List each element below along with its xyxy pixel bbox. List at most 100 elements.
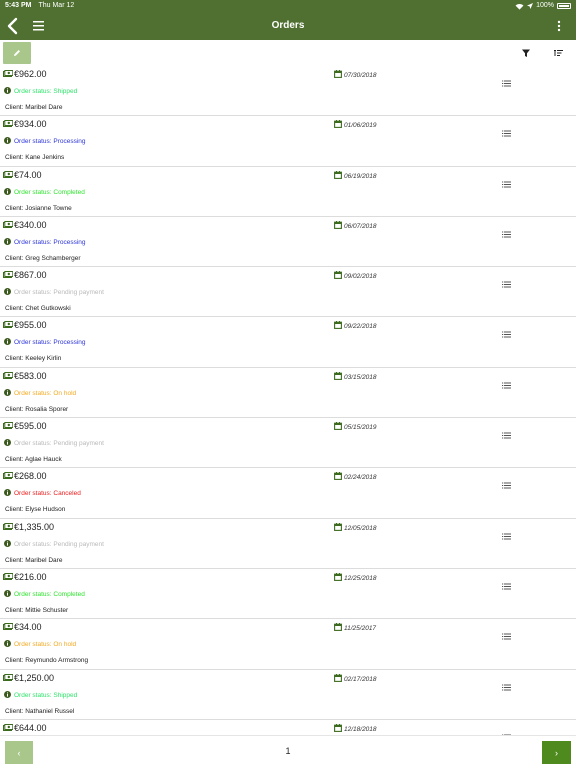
order-status: Order status: Pending payment	[14, 440, 104, 448]
order-row[interactable]: €934.00 01/06/2019 Order status: Process…	[0, 116, 576, 167]
order-row[interactable]: €74.00 06/19/2018 Order status: Complete…	[0, 167, 576, 217]
battery-icon	[557, 3, 571, 9]
current-page-number: 1	[285, 746, 291, 756]
calendar-icon	[334, 623, 342, 632]
edit-button[interactable]	[3, 42, 31, 64]
money-icon	[3, 371, 13, 379]
filter-icon[interactable]	[521, 48, 531, 58]
status-date: Thu Mar 12	[38, 2, 75, 9]
info-icon	[4, 288, 11, 296]
order-status: Order status: Completed	[14, 188, 85, 196]
order-row[interactable]: €34.00 11/25/2017 Order status: On hold …	[0, 619, 576, 670]
nav-bar: Orders	[0, 12, 576, 40]
info-icon	[4, 539, 11, 547]
order-row[interactable]: €644.00 12/18/2018	[0, 720, 576, 735]
order-row[interactable]: €216.00 12/25/2018 Order status: Complet…	[0, 569, 576, 620]
hamburger-menu-icon[interactable]	[32, 18, 46, 34]
order-amount: €595.00	[14, 421, 47, 432]
list-detail-icon[interactable]	[502, 231, 511, 238]
list-detail-icon[interactable]	[502, 533, 511, 540]
order-status: Order status: Shipped	[14, 691, 78, 699]
info-icon	[4, 87, 11, 94]
order-status: Order status: Processing	[14, 138, 86, 146]
order-row[interactable]: €867.00 09/02/2018 Order status: Pending…	[0, 267, 576, 318]
order-date: 03/15/2018	[344, 373, 377, 381]
order-client: Client: Nathaniel Russel	[5, 707, 75, 715]
list-detail-icon[interactable]	[502, 331, 511, 338]
order-client: Client: Mittie Schuster	[5, 606, 69, 614]
status-indicators: 100%	[515, 0, 571, 12]
next-page-button[interactable]: ›	[542, 741, 571, 764]
sort-icon[interactable]	[553, 48, 564, 58]
order-row[interactable]: €340.00 06/07/2018 Order status: Process…	[0, 217, 576, 268]
order-amount: €268.00	[14, 471, 47, 482]
calendar-icon	[334, 120, 342, 129]
order-row[interactable]: €962.00 07/30/2018 Order status: Shipped…	[0, 66, 576, 117]
list-detail-icon[interactable]	[502, 382, 511, 389]
order-amount: €583.00	[14, 370, 47, 381]
money-icon	[3, 522, 13, 530]
order-row[interactable]: €1,335.00 12/05/2018 Order status: Pendi…	[0, 519, 576, 569]
calendar-icon	[334, 170, 342, 179]
order-client: Client: Josianne Towne	[5, 204, 72, 212]
money-icon	[3, 170, 13, 178]
order-date: 09/02/2018	[344, 273, 377, 281]
pagination-bar: ‹ 1 ›	[0, 735, 576, 768]
order-amount: €644.00	[14, 722, 47, 733]
list-detail-icon[interactable]	[502, 633, 511, 640]
money-icon	[3, 673, 13, 681]
order-client: Client: Greg Schamberger	[5, 254, 81, 262]
info-icon	[4, 439, 11, 447]
order-row[interactable]: €268.00 02/24/2018 Order status: Cancele…	[0, 468, 576, 519]
list-detail-icon[interactable]	[502, 181, 511, 188]
calendar-icon	[334, 522, 342, 531]
status-bar: 5:43 PM Thu Mar 12 100%	[0, 0, 576, 12]
order-client: Client: Reymundo Armstrong	[5, 657, 89, 665]
order-row[interactable]: €1,250.00 02/17/2018 Order status: Shipp…	[0, 670, 576, 720]
order-client: Client: Kane Jenkins	[5, 154, 65, 162]
order-date: 07/30/2018	[344, 72, 377, 79]
order-amount: €867.00	[14, 270, 47, 281]
more-vertical-icon[interactable]	[556, 18, 562, 34]
location-arrow-icon	[527, 3, 534, 9]
order-status: Order status: On hold	[14, 389, 77, 397]
list-detail-icon[interactable]	[502, 281, 511, 288]
order-client: Client: Keeley Kirlin	[5, 355, 62, 363]
order-amount: €1,335.00	[14, 521, 55, 532]
calendar-icon	[334, 472, 342, 481]
money-icon	[3, 120, 13, 128]
order-row[interactable]: €595.00 05/15/2019 Order status: Pending…	[0, 418, 576, 469]
order-date: 06/19/2018	[344, 172, 377, 180]
page-title: Orders	[271, 20, 305, 31]
list-detail-icon[interactable]	[502, 684, 511, 691]
order-row[interactable]: €583.00 03/15/2018 Order status: On hold…	[0, 368, 576, 419]
calendar-icon	[334, 723, 342, 732]
order-client: Client: Aglae Hauck	[5, 456, 62, 464]
order-row[interactable]: €955.00 09/22/2018 Order status: Process…	[0, 317, 576, 368]
order-amount: €34.00	[14, 622, 42, 633]
money-icon	[3, 472, 13, 480]
order-date: 12/05/2018	[344, 524, 377, 532]
order-date: 09/22/2018	[344, 323, 377, 331]
list-detail-icon[interactable]	[502, 432, 511, 439]
order-client: Client: Rosalia Sporer	[5, 405, 69, 413]
battery-percent: 100%	[536, 2, 554, 9]
order-status: Order status: Shipped	[14, 88, 78, 95]
order-status: Order status: Processing	[14, 339, 86, 347]
calendar-icon	[334, 422, 342, 431]
order-status: Order status: Pending payment	[14, 540, 104, 548]
order-status: Order status: Pending payment	[14, 289, 104, 297]
info-icon	[4, 237, 11, 245]
back-chevron-icon[interactable]	[6, 16, 20, 36]
list-detail-icon[interactable]	[502, 583, 511, 590]
order-amount: €962.00	[14, 69, 47, 79]
list-detail-icon[interactable]	[502, 482, 511, 489]
list-detail-icon[interactable]	[502, 130, 511, 137]
list-detail-icon[interactable]	[502, 80, 511, 87]
order-date: 12/18/2018	[344, 725, 377, 733]
status-time: 5:43 PM	[5, 2, 32, 9]
info-icon	[4, 690, 11, 698]
order-date: 06/07/2018	[344, 222, 377, 230]
info-icon	[4, 489, 11, 497]
order-date: 02/17/2018	[344, 675, 377, 683]
